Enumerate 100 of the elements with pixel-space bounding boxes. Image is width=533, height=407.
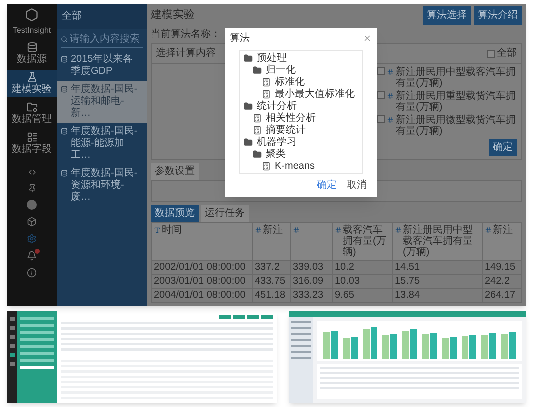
column-header: 新注 — [483, 223, 522, 260]
option-label: 新注册民用微型载货汽车拥有量(万辆) — [396, 115, 517, 137]
table-cell: 10.2 — [333, 261, 393, 274]
algorithm-name-label: 当前算法名称： — [151, 28, 221, 42]
checkbox[interactable] — [377, 115, 385, 123]
column-header: 载客汽车拥有量(万辆) — [333, 223, 393, 260]
table-cell: 339.03 — [291, 261, 333, 274]
checkbox[interactable] — [377, 91, 385, 99]
tree-item[interactable]: 机器学习 — [244, 136, 358, 148]
dialog-title: 算法 — [230, 32, 250, 46]
column-header: 新注 — [253, 223, 291, 260]
table-cell: 337.2 — [253, 261, 291, 274]
option-label: 新注册民用重型载货汽车拥有量(万辆) — [396, 91, 517, 113]
hash-icon — [387, 117, 394, 124]
table-cell: 2002/01/01 08:00:00 — [152, 261, 253, 274]
calculator-icon — [262, 162, 271, 170]
database-icon — [61, 128, 68, 135]
text-type-icon — [154, 227, 161, 234]
avatar-icon[interactable] — [27, 200, 37, 210]
folder-icon — [244, 138, 253, 146]
hash-icon — [387, 93, 394, 100]
database-icon — [61, 86, 68, 93]
table-cell: 2004/01/01 08:00:00 — [152, 289, 253, 302]
folder-icon — [253, 150, 262, 158]
search-field[interactable]: 请输入内容搜索 — [61, 32, 143, 48]
toolbar-button[interactable]: 算法选择 — [423, 6, 471, 24]
table-cell: 15.75 — [393, 275, 483, 288]
table-cell: 451.18 — [253, 289, 291, 302]
table-cell: 316.09 — [291, 275, 333, 288]
tree-item[interactable]: 最小最大值标准化 — [244, 88, 358, 100]
tree-item[interactable]: K-means — [244, 160, 358, 172]
folder-icon — [253, 66, 262, 74]
nav-item[interactable]: 数据管理 — [7, 100, 57, 127]
flask-icon — [26, 72, 38, 83]
list-icon — [26, 132, 38, 143]
hash-icon — [335, 227, 342, 234]
bell-icon[interactable] — [27, 251, 37, 261]
hash-icon — [387, 69, 394, 76]
nav-item[interactable]: 数据源 — [7, 40, 57, 67]
table-cell: 2003/01/01 08:00:00 — [152, 275, 253, 288]
hash-icon — [293, 227, 300, 234]
info-icon[interactable] — [27, 268, 37, 278]
folder-gear-icon — [26, 102, 38, 113]
pin-icon[interactable] — [28, 184, 36, 193]
column-header: 新注册民用中型载客汽车拥有量(万辆) — [393, 223, 483, 260]
nav-item[interactable]: 建模实验 — [7, 70, 57, 97]
dataset-item[interactable]: 年度数据-国民-能源-能源加工… — [57, 123, 147, 165]
calculator-icon — [262, 90, 271, 98]
calculator-icon — [262, 78, 271, 86]
table-cell: 9.65 — [333, 289, 393, 302]
hash-icon — [255, 227, 262, 234]
database-icon — [26, 42, 38, 53]
database-icon — [61, 170, 68, 177]
tab[interactable]: 运行任务 — [201, 205, 249, 222]
params-tab[interactable]: 参数设置 — [151, 163, 199, 180]
tree-item[interactable]: 摘要统计 — [244, 124, 358, 136]
tree-item[interactable]: 归一化 — [244, 64, 358, 76]
column-header: 时间 — [152, 223, 253, 260]
settings-icon[interactable] — [27, 234, 37, 244]
logo-icon — [25, 8, 39, 22]
collapse-icon[interactable] — [28, 168, 36, 177]
option-label: 新注册民用中型载客汽车拥有量(万辆) — [396, 67, 517, 89]
dataset-item[interactable]: 2015年以来各季度GDP — [57, 51, 147, 81]
logo-text: TestInsight — [12, 25, 52, 37]
calculator-icon — [253, 126, 262, 134]
tree-item[interactable]: 相关性分析 — [244, 112, 358, 124]
hash-icon — [485, 227, 492, 234]
dialog-button[interactable]: 取消 — [347, 178, 367, 193]
close-icon[interactable] — [363, 34, 372, 43]
dataset-item[interactable]: 年度数据-国民-运输和邮电-新… — [57, 81, 147, 123]
table-cell: 10.03 — [333, 275, 393, 288]
table-cell: 149.15 — [483, 261, 522, 274]
folder-icon — [244, 102, 253, 110]
tree-item[interactable]: 统计分析 — [244, 100, 358, 112]
toolbar-button[interactable]: 算法介绍 — [474, 6, 522, 24]
search-icon — [61, 36, 68, 43]
checkbox[interactable] — [487, 50, 495, 58]
dialog-button[interactable]: 确定 — [317, 178, 337, 193]
checkbox[interactable] — [377, 67, 385, 75]
table-cell: 333.23 — [291, 289, 333, 302]
table-cell: 242.2 — [483, 275, 522, 288]
folder-icon — [244, 54, 253, 62]
table-cell: 264.17 — [483, 289, 522, 302]
tree-item[interactable]: 聚类 — [244, 148, 358, 160]
select-all-label: 全部 — [497, 46, 517, 61]
table-cell: 13.84 — [393, 289, 483, 302]
database-icon — [61, 56, 68, 63]
tab[interactable]: 数据预览 — [151, 205, 199, 222]
table-cell: 433.75 — [253, 275, 291, 288]
tree-item[interactable]: 预处理 — [244, 52, 358, 64]
table-cell: 14.51 — [393, 261, 483, 274]
cube-icon[interactable] — [27, 217, 37, 227]
hash-icon — [395, 227, 402, 234]
tree-item[interactable]: 标准化 — [244, 76, 358, 88]
calculator-icon — [253, 114, 262, 122]
dataset-item[interactable]: 年度数据-国民-资源和环境-废… — [57, 165, 147, 207]
card-title: 选择计算内容 — [156, 46, 216, 61]
nav-item[interactable]: 数据字段 — [7, 130, 57, 157]
page-title: 建模实验 — [151, 8, 195, 23]
confirm-button[interactable]: 确定 — [489, 139, 517, 156]
